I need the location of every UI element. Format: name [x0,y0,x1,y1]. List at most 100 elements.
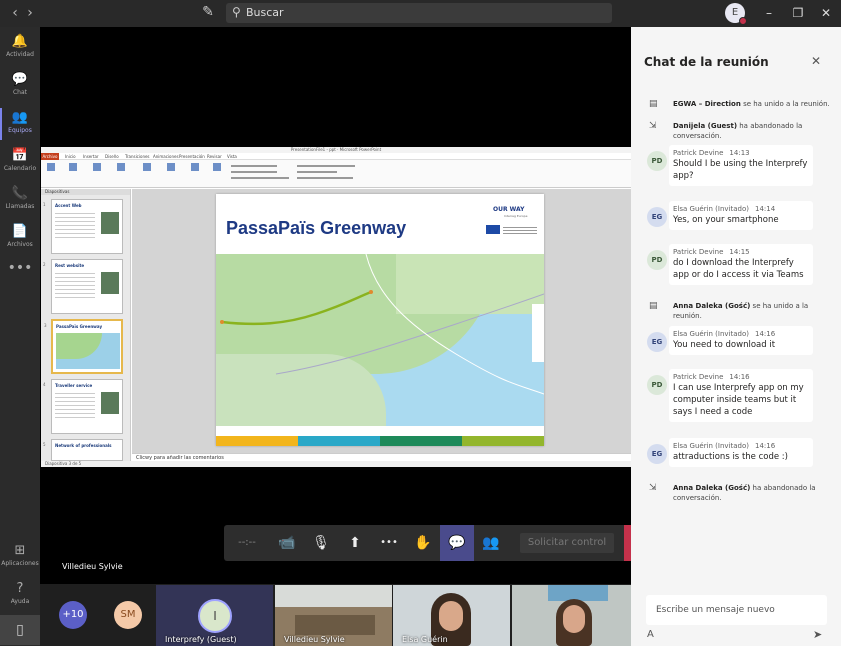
rail-chat[interactable]: 💬 Chat [0,68,40,104]
message-bubble: Elsa Guérin (Invitado) 14:16 You need to … [669,326,813,355]
participant-tile[interactable]: I Interprefy (Guest) [156,585,273,646]
search-icon: ⚲ [232,5,241,19]
participant-tile[interactable]: Elsa Guérin [393,585,510,646]
maximize-icon[interactable]: ❐ [789,4,807,22]
participants-button[interactable]: 👥 [474,525,508,561]
message-bubble: Patrick Devine 14:13 Should I be using th… [669,145,813,186]
new-chat-icon[interactable]: ✎ [199,4,217,22]
event-name: EGWA – Direction [673,100,741,108]
slide-thumbnails: Diapositivas 1 Accent Web 2 Rest website… [41,189,131,461]
slide-thumb-selected: 3 PassaPaïs Greenway [44,319,123,374]
thumb-picture [101,212,119,234]
meeting-chat-panel: Chat de la reunión ✕ ▤ EGWA – Direction … [631,27,841,646]
message-compose-input[interactable]: Escribe un mensaje nuevo [646,595,827,625]
user-avatar[interactable]: E [725,3,747,25]
search-input[interactable]: ⚲ Buscar [226,3,612,23]
event-name: Danijela (Guest) [673,122,738,130]
brand-stripe-yellow [216,436,298,446]
thumb-number: 5 [43,442,46,447]
participant-tile[interactable] [512,585,631,646]
thumb-title: Accent Web [55,203,82,208]
presence-busy-icon [739,17,747,25]
brand-stripe-green [380,436,462,446]
rail-apps[interactable]: ⊞ Aplicaciones [0,539,40,575]
slide-title: PassaPaïs Greenway [226,218,407,238]
notes-pane: Clicwy para añadir las comentarios [132,453,631,461]
app-rail: 🔔 Actividad 💬 Chat 👥 Equipos 📅 Calendari… [0,27,40,646]
camera-button[interactable]: 📹 [270,525,304,561]
close-chat-icon[interactable]: ✕ [811,54,821,68]
thumb-number: 3 [44,323,47,328]
ppt-body: Diapositivas 1 Accent Web 2 Rest website… [41,189,631,461]
format-icon[interactable]: A [647,629,654,640]
message-author: Elsa Guérin (Invitado) [673,330,749,338]
thumb-text [55,210,95,240]
message-author: Patrick Devine [673,373,724,381]
rail-calls[interactable]: 📞 Llamadas [0,182,40,218]
raise-hand-button[interactable]: ✋ [406,525,440,561]
rail-label: Archivos [7,241,33,248]
device-icon[interactable]: ▯ [0,615,40,645]
more-participants-badge[interactable]: +10 [59,601,87,629]
ribbon-icon [117,163,125,171]
ppt-ribbon-tabs: Archivo Inicio Insertar Diseño Transicio… [41,153,631,160]
rail-calendar[interactable]: 📅 Calendario [0,144,40,180]
rail-activity[interactable]: 🔔 Actividad [0,30,40,66]
author-avatar: PD [647,250,667,270]
more-actions-button[interactable]: ••• [372,525,406,561]
mic-button[interactable]: 🎙 [304,525,338,561]
author-avatar: EG [647,332,667,352]
more-apps-icon[interactable]: ••• [0,260,40,276]
apps-icon: ⊞ [14,543,26,558]
slide-thumb: 5 Network of professionals [43,439,123,461]
message-author: Patrick Devine [673,248,724,256]
rail-help[interactable]: ? Ayuda [0,577,40,613]
greenway-route [220,254,544,395]
rail-teams[interactable]: 👥 Equipos [0,106,40,142]
message-time: 14:15 [729,248,750,256]
ribbon-icon [167,163,175,171]
message-author: Patrick Devine [673,149,724,157]
ppt-tab: Animaciones [153,154,179,159]
message-text: You need to download it [673,340,776,350]
shared-screen: PresentationFile1 - ppt · Microsoft Powe… [41,147,631,467]
request-control-button[interactable]: Solicitar control [520,533,614,553]
share-button[interactable]: ⬆ [338,525,372,561]
message-time: 14:13 [729,149,750,157]
participant-face [439,601,463,631]
leave-event: ⇲ Anna Daleka (Gość) ha abandonado la co… [649,483,834,503]
thumb-number: 1 [43,202,46,207]
event-name: Anna Daleka (Gość) [673,302,751,310]
ribbon-line [231,165,277,167]
thumb-text [55,390,95,420]
participant-avatar-sm[interactable]: SM [114,601,142,629]
map-controls [532,304,544,362]
chat-toggle-button[interactable]: 💬 [440,525,474,561]
leave-icon: ⇲ [649,483,657,493]
leave-icon: ⇲ [649,121,657,131]
file-icon: 📄 [11,224,29,239]
ribbon-line [297,177,353,179]
rail-label: Llamadas [5,203,35,210]
title-bar: ‹ › ✎ ⚲ Buscar E – ❐ ✕ [0,0,841,27]
ourway-logo: OUR WAY [493,206,525,213]
current-slide: PassaPaïs Greenway OUR WAY Interreg Euro… [216,194,544,446]
rail-files[interactable]: 📄 Archivos [0,220,40,256]
ribbon-icon [93,163,101,171]
ribbon-icon [69,163,77,171]
ribbon-line [231,171,277,173]
send-icon[interactable]: ➤ [813,628,822,641]
join-icon: ▤ [649,301,658,311]
author-avatar: PD [647,375,667,395]
close-window-icon[interactable]: ✕ [817,4,835,22]
ppt-status-bar: Diapositiva 3 de 5 [41,461,631,467]
minimize-icon[interactable]: – [760,4,778,22]
phone-icon: 📞 [11,186,29,201]
participant-tile[interactable]: Villedieu Sylvie [275,585,392,646]
call-controls: --:-- 📹 🎙 ⬆ ••• ✋ 💬 👥 Solicitar control [224,525,658,561]
message-bubble: Elsa Guérin (Invitado) 14:14 Yes, on your… [669,201,813,230]
ribbon-icon [213,163,221,171]
presenter-name: Villedieu Sylvie [62,562,123,571]
forward-arrow-icon[interactable]: › [21,4,39,22]
ppt-tab: Vista [227,154,237,159]
